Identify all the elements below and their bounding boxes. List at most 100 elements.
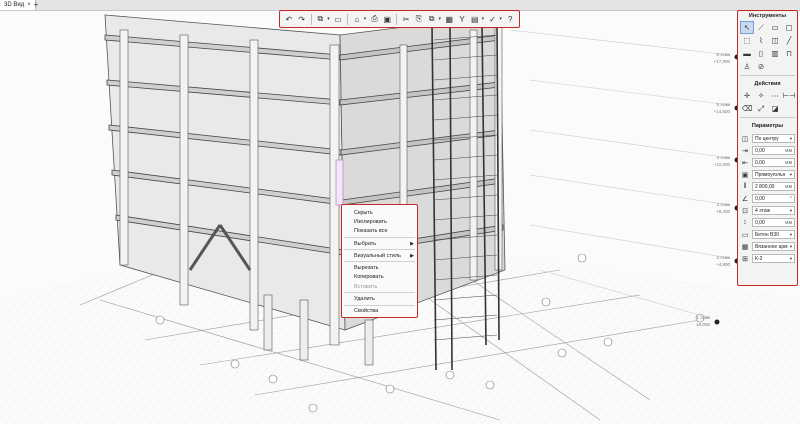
angle-field[interactable]: 0,00 °	[752, 194, 795, 203]
menu-item-copy[interactable]: Копировать	[342, 273, 417, 282]
level-value: 4 этаж	[755, 207, 770, 214]
param-row-section: ▣ Прямоугольн ▾	[740, 169, 795, 180]
quick-toolbar: ↶ ↷ ⧉ ▾ ▭ ⌂ ▾ ⎙ ▣ ✂ ⎘ ⧉ ▾ ▦ Y ▤ ▾ ✓ ▾ ?	[279, 10, 520, 28]
stretch-icon[interactable]: ⤢	[755, 103, 767, 114]
print-icon[interactable]: ⎙	[369, 13, 381, 25]
chevron-down-icon[interactable]: ▾	[438, 16, 442, 22]
chevron-down-icon: ▾	[789, 243, 792, 249]
param-row-elevation-offset: ↕ 0,00 мм	[740, 217, 795, 228]
actions-title: Действия	[754, 81, 781, 87]
section-select[interactable]: Прямоугольн ▾	[752, 170, 795, 179]
menu-item-paste[interactable]: Вставить	[342, 282, 417, 291]
offset-x-field[interactable]: 0,00 мм	[752, 146, 795, 155]
undo-icon[interactable]: ↶	[283, 13, 295, 25]
alignment-value: По центру	[755, 135, 779, 142]
chevron-down-icon: ▾	[789, 207, 792, 213]
actions-grid: ✛ ✧ ⋯ ⊢⊣ ⌫ ⤢ ◪	[738, 90, 797, 114]
material-select[interactable]: Бетон В30 ▾	[752, 230, 795, 239]
unit-label: мм	[785, 159, 792, 166]
height-field[interactable]: 2 800,00 мм	[752, 182, 795, 191]
unit-label: мм	[785, 219, 792, 226]
help-icon[interactable]: ?	[504, 13, 516, 25]
pile-tool-icon[interactable]: ▯	[755, 48, 767, 59]
chevron-down-icon[interactable]: ▾	[482, 16, 486, 22]
chevron-down-icon[interactable]: ▾	[364, 16, 368, 22]
filter-icon[interactable]: Y	[456, 13, 468, 25]
unit-label: °	[790, 195, 792, 202]
menu-item-show-all[interactable]: Показать все	[342, 227, 417, 236]
check-icon[interactable]: ✓	[487, 13, 499, 25]
chevron-down-icon[interactable]: ▾	[327, 16, 331, 22]
menu-item-label: Скрыть	[354, 209, 373, 216]
rotate-icon[interactable]: ✧	[755, 90, 767, 101]
menu-item-label: Копировать	[354, 274, 384, 281]
tools-title: Инструменты	[748, 13, 787, 19]
toolbar-divider	[346, 13, 348, 25]
menu-item-properties[interactable]: Свойства	[342, 307, 417, 316]
line-tool-icon[interactable]: ╱	[783, 35, 795, 46]
angle-value: 0,00	[755, 195, 765, 202]
beam-tool-icon[interactable]: ⟋	[755, 22, 767, 33]
copy-icon[interactable]: ⎘	[413, 13, 425, 25]
home-view-icon[interactable]: ⌂	[351, 13, 363, 25]
wall-tool-icon[interactable]: ◫	[769, 35, 781, 46]
array-icon[interactable]: ⋯	[769, 90, 781, 101]
menu-item-hide[interactable]: Скрыть	[342, 208, 417, 217]
cut-icon[interactable]: ✂	[400, 13, 412, 25]
mirror-icon[interactable]: ⊢⊣	[782, 90, 795, 101]
hole-tool-icon[interactable]: ⊘	[755, 61, 767, 72]
selected-column	[335, 159, 344, 206]
menu-divider	[344, 304, 415, 306]
menu-item-delete[interactable]: Удалить	[342, 294, 417, 303]
foundation-tool-icon[interactable]: ▬	[741, 48, 753, 59]
select-tool-icon[interactable]: ↖	[740, 21, 754, 34]
section-icon: ▣	[741, 171, 749, 179]
level-select[interactable]: 4 этаж ▾	[752, 206, 795, 215]
offset-y-value: 0,00	[755, 159, 765, 166]
offset-y-field[interactable]: 0,00 мм	[752, 158, 795, 167]
panel-divider	[740, 117, 795, 118]
svg-text:+14,500: +14,500	[714, 109, 731, 114]
chevron-down-icon[interactable]: ▾	[499, 16, 503, 22]
alignment-icon: ◫	[741, 135, 749, 143]
move-icon[interactable]: ✛	[741, 90, 753, 101]
view-cube-icon[interactable]: ⧉	[315, 13, 327, 25]
copy-element-icon[interactable]: ◪	[769, 103, 781, 114]
select-filter-icon[interactable]: ▦	[443, 13, 455, 25]
mark-select[interactable]: К-2 ▾	[752, 254, 795, 263]
opening-tool-icon[interactable]: ⬚	[741, 35, 753, 46]
menu-item-select[interactable]: Выбрать ▶	[342, 239, 417, 248]
menu-item-isolate[interactable]: Изолировать	[342, 217, 417, 226]
section-box-icon[interactable]: ▭	[332, 13, 344, 25]
column-tool-icon[interactable]: ▢	[783, 22, 795, 33]
chevron-down-icon: ▾	[789, 255, 792, 261]
family-tool-icon[interactable]: ♙	[741, 61, 753, 72]
param-row-level: ⊡ 4 этаж ▾	[740, 205, 795, 216]
erase-icon[interactable]: ⌫	[741, 103, 753, 114]
slab-tool-icon[interactable]: ▭	[769, 22, 781, 33]
reinforcement-select[interactable]: Вязанное арм ▾	[752, 242, 795, 251]
visual-style-icon[interactable]: ▣	[381, 13, 393, 25]
add-tab-button[interactable]: +	[31, 0, 41, 10]
redo-icon[interactable]: ↷	[296, 13, 308, 25]
svg-text:±0,000: ±0,000	[696, 322, 710, 327]
menu-divider	[344, 261, 415, 263]
properties-icon[interactable]: ▤	[469, 13, 481, 25]
elevation-offset-value: 0,00	[755, 219, 765, 226]
menu-item-label: Визуальный стиль	[354, 252, 402, 259]
level-icon: ⊡	[742, 207, 748, 215]
tools-grid: ↖ ⟋ ▭ ▢ ⬚ ⌇ ◫ ╱ ▬ ▯ ▥ ⊓ ♙ ⊘	[738, 21, 797, 72]
param-row-height: ‖ 2 800,00 мм	[740, 181, 795, 192]
level-label-1: 1 этаж	[697, 315, 710, 320]
menu-item-visual-style[interactable]: Визуальный стиль ▶	[342, 251, 417, 260]
offset-x-value: 0,00	[755, 147, 765, 154]
frame-tool-icon[interactable]: ⊓	[783, 48, 795, 59]
chevron-down-icon: ▾	[789, 231, 792, 237]
alignment-select[interactable]: По центру ▾	[752, 134, 795, 143]
elevation-offset-field[interactable]: 0,00 мм	[752, 218, 795, 227]
menu-item-cut[interactable]: Вырезать	[342, 263, 417, 272]
unit-label: мм	[785, 147, 792, 154]
stair-tool-icon[interactable]: ▥	[769, 48, 781, 59]
paste-icon[interactable]: ⧉	[426, 13, 438, 25]
rebar-tool-icon[interactable]: ⌇	[755, 35, 767, 46]
